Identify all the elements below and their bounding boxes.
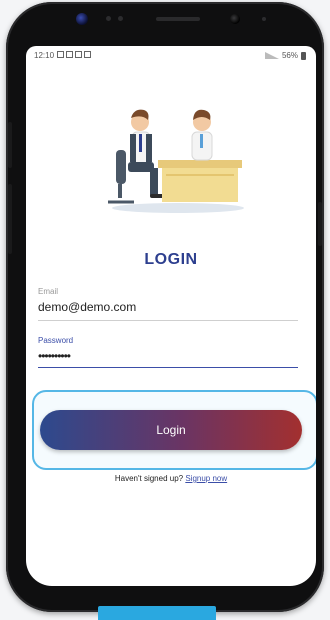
- battery-icon: [301, 51, 306, 60]
- sensor-dot-icon: [106, 16, 111, 21]
- notification-icon: [66, 51, 73, 58]
- signup-link[interactable]: Signup now: [185, 474, 227, 483]
- iris-sensor-icon: [230, 14, 240, 24]
- earpiece-speaker: [156, 17, 200, 21]
- notification-icon: [75, 51, 82, 58]
- signal-icon: [264, 52, 279, 59]
- email-label: Email: [38, 287, 59, 296]
- notification-icon: [57, 51, 64, 58]
- email-underline: [38, 320, 298, 321]
- password-label: Password: [38, 336, 74, 345]
- status-bar: 12:10 56%: [26, 46, 316, 66]
- signup-prompt: Haven't signed up?: [114, 474, 184, 483]
- page-title: LOGIN: [144, 251, 198, 268]
- office-illustration-icon: [108, 109, 244, 213]
- notification-icon: [84, 51, 91, 58]
- volume-down-button: [8, 184, 12, 254]
- status-right: 56%: [264, 51, 306, 60]
- front-camera-icon: [76, 13, 88, 25]
- status-time: 12:10: [34, 51, 55, 60]
- password-field[interactable]: ••••••••••: [38, 349, 71, 363]
- volume-up-button: [8, 122, 12, 168]
- screenshot-stage: 12:10 56% LOGIN Email demo@demo.com Pass…: [0, 0, 330, 620]
- phone-frame: 12:10 56% LOGIN Email demo@demo.com Pass…: [6, 2, 324, 612]
- email-field[interactable]: demo@demo.com: [38, 300, 136, 314]
- sensor-dot-icon: [118, 16, 123, 21]
- login-button[interactable]: Login: [40, 410, 302, 450]
- top-bezel: [6, 2, 324, 42]
- password-underline: [38, 367, 298, 368]
- battery-percent: 56%: [281, 51, 298, 60]
- signup-row: Haven't signed up? Signup now: [26, 474, 316, 483]
- sensor-dot-icon: [262, 17, 266, 21]
- power-button: [318, 202, 322, 246]
- notification-icons: [57, 51, 91, 58]
- app-screen: 12:10 56% LOGIN Email demo@demo.com Pass…: [26, 46, 316, 586]
- bottom-accent-bar: [98, 606, 216, 620]
